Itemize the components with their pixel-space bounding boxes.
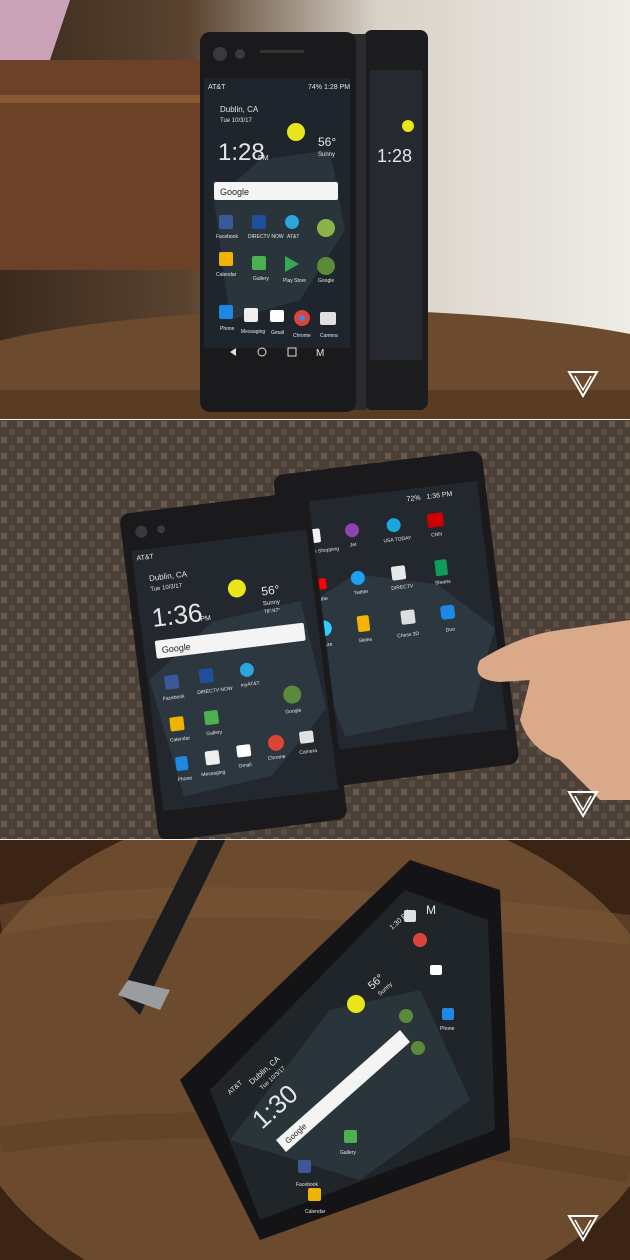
app-label-gallery: Gallery	[340, 1150, 356, 1156]
gmail-icon[interactable]	[430, 965, 442, 975]
carrier-label: AT&T	[208, 84, 226, 91]
app-label-phone: Phone	[220, 326, 235, 332]
messaging-icon[interactable]	[244, 308, 258, 322]
gmail-icon[interactable]	[236, 744, 252, 758]
gmail-icon[interactable]	[270, 310, 284, 322]
date-label: Tue 10/3/17	[220, 118, 252, 124]
att-icon[interactable]	[285, 215, 299, 229]
weather-label: Sunny	[318, 152, 335, 158]
left-phone-half: AT&T Dublin, CA Tue 10/3/17 1:36 PM 56° …	[120, 492, 347, 840]
front-camera-icon	[213, 47, 227, 61]
app-label-calendar: Calendar	[305, 1209, 326, 1215]
google-apps-icon[interactable]	[399, 1009, 413, 1023]
right-clock: 1:28	[377, 146, 412, 166]
temperature: 56°	[318, 135, 336, 149]
app-label-messaging: Messaging	[241, 329, 265, 335]
app-label-directv-now: DIRECTV NOW	[248, 234, 284, 240]
facebook-icon[interactable]	[298, 1160, 311, 1173]
app-label-play-store: Play Store	[283, 278, 306, 284]
slides-icon[interactable]	[356, 615, 371, 633]
battery-label: 74%	[308, 84, 322, 91]
app-label-facebook: Facebook	[216, 234, 238, 240]
temperature: 56°	[261, 582, 281, 598]
status-time: 1:28 PM	[324, 84, 350, 91]
photo-1-phone-standing: 1:28 AT&T 74% 1:28 PM Dublin, CA Tue 10/…	[0, 0, 630, 420]
phone-icon[interactable]	[219, 305, 233, 319]
google-folder-icon[interactable]	[317, 219, 335, 237]
camera-icon[interactable]	[299, 730, 314, 744]
gallery-icon[interactable]	[203, 709, 220, 726]
app-label-att: AT&T	[287, 234, 299, 240]
camera-icon[interactable]	[320, 312, 336, 325]
camera-icon[interactable]	[404, 910, 416, 922]
duo-icon[interactable]	[440, 604, 456, 620]
wooden-shelf	[0, 60, 200, 270]
sun-icon	[402, 120, 414, 132]
messaging-icon[interactable]	[204, 750, 221, 766]
app-label-facebook: Facebook	[296, 1182, 318, 1188]
photo-3-scene: AT&T Dublin, CA Tue 10/3/17 1:30 56° Sun…	[0, 840, 630, 1260]
app-label-calendar: Calendar	[216, 272, 237, 278]
m-icon[interactable]: M	[316, 348, 324, 359]
chess-icon[interactable]	[400, 609, 416, 625]
app-label-camera: Camera	[320, 333, 338, 339]
app-label-gmail: Gmail	[271, 330, 284, 336]
cnn-icon[interactable]	[426, 512, 445, 528]
app-label-gallery: Gallery	[253, 276, 269, 282]
photo-2-phone-unfolded: 72% 1:36 PM Amazon Shopping Jet USA TODA…	[0, 420, 630, 840]
facebook-icon[interactable]	[164, 674, 180, 690]
app-label-phone: Phone	[440, 1026, 455, 1032]
photo-2-scene: 72% 1:36 PM Amazon Shopping Jet USA TODA…	[0, 420, 630, 840]
verge-watermark-icon	[567, 1215, 599, 1242]
google-search-label: Google	[220, 187, 249, 197]
photo-3-phone-tent-mode: AT&T Dublin, CA Tue 10/3/17 1:30 56° Sun…	[0, 840, 630, 1260]
background-card	[0, 0, 70, 60]
facebook-icon[interactable]	[219, 215, 233, 229]
photo-1-scene: 1:28 AT&T 74% 1:28 PM Dublin, CA Tue 10/…	[0, 0, 630, 420]
app-label-google: Google	[318, 278, 334, 284]
directv-now-icon[interactable]	[252, 215, 266, 229]
m-icon[interactable]: M	[426, 903, 436, 917]
sheets-icon[interactable]	[434, 559, 448, 577]
clock-label: 1:36	[150, 597, 204, 633]
app-label-duo: Duo	[446, 626, 456, 633]
clock-ampm: PM	[258, 155, 269, 162]
weather-sun-icon	[347, 995, 365, 1013]
directv-icon[interactable]	[390, 565, 407, 581]
phone-icon[interactable]	[442, 1008, 454, 1020]
directv-now-icon[interactable]	[198, 668, 215, 684]
chrome-icon[interactable]	[413, 933, 427, 947]
gallery-icon[interactable]	[252, 256, 266, 270]
weather-sun-icon	[287, 123, 305, 141]
app-label-chrome: Chrome	[293, 333, 311, 339]
maps-icon[interactable]	[411, 1041, 425, 1055]
phone-icon[interactable]	[175, 756, 189, 771]
calendar-icon[interactable]	[169, 716, 185, 732]
gallery-icon[interactable]	[344, 1130, 357, 1143]
clock-ampm: PM	[200, 615, 211, 623]
google-apps-icon[interactable]	[317, 257, 335, 275]
verge-watermark-icon	[567, 371, 599, 398]
calendar-icon[interactable]	[308, 1188, 321, 1201]
calendar-icon[interactable]	[219, 252, 233, 266]
verge-watermark-icon	[567, 791, 599, 818]
location-label: Dublin, CA	[220, 105, 259, 114]
